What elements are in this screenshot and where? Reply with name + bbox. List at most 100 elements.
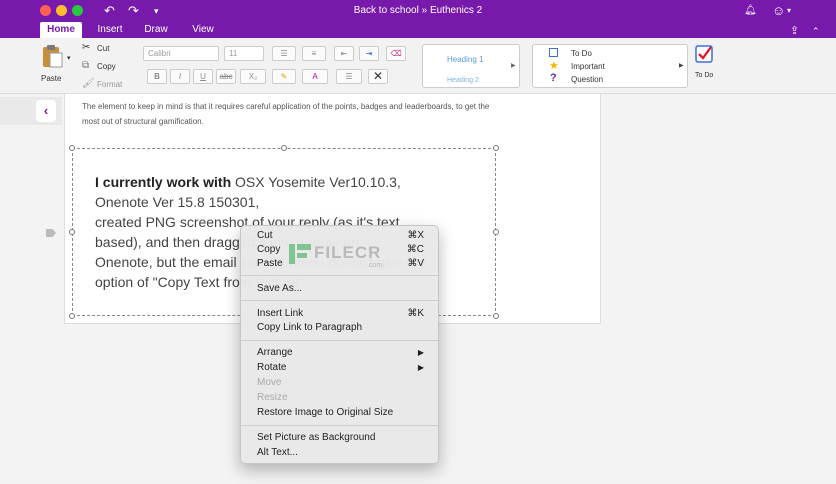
highlight-icon[interactable]: ✎ — [272, 69, 296, 84]
menu-item-label: Rotate — [257, 362, 287, 373]
styles-gallery: Heading 1 Heading 2 ▶ — [422, 44, 520, 88]
menu-bar: Home Insert Draw View ⇪ ⌃ — [0, 22, 836, 38]
scissors-icon: ✂ — [82, 42, 91, 53]
menu-item-shortcut: ⌘X — [407, 230, 424, 241]
paragraph-handle-icon[interactable] — [46, 229, 56, 237]
tab-home[interactable]: Home — [40, 22, 82, 38]
delete-icon[interactable]: ✕ — [368, 69, 388, 84]
note-paragraph[interactable]: The element to keep in mind is that it r… — [82, 99, 502, 129]
notebook-name: Back to school — [353, 5, 419, 16]
resize-handle[interactable] — [493, 145, 499, 151]
format-label: Format — [97, 80, 123, 89]
cut-label: Cut — [97, 44, 110, 53]
collapse-ribbon-icon[interactable]: ⌃ — [812, 23, 820, 39]
styles-expand-icon[interactable]: ▶ — [511, 62, 516, 69]
picture-text-line1: OSX Yosemite Ver10.10.3, — [231, 174, 401, 190]
bold-button[interactable]: B — [147, 69, 167, 84]
ribbon: Paste ▾ ✂ Cut ⧉ Copy 🖌︎ Format Calibri 1… — [0, 38, 836, 94]
menu-item-label: Resize — [257, 392, 288, 403]
smiley-icon[interactable]: ☺ — [772, 3, 785, 19]
resize-handle[interactable] — [69, 229, 75, 235]
todo-button[interactable]: To Do — [692, 44, 720, 88]
menu-item-set-background[interactable]: Set Picture as Background — [257, 431, 432, 444]
tab-insert[interactable]: Insert — [90, 22, 130, 38]
format-painter-button[interactable]: 🖌︎ Format — [82, 78, 132, 90]
submenu-arrow-icon: ▶ — [417, 363, 424, 372]
menu-item-shortcut: ⌘C — [406, 244, 424, 255]
picture-text-line2: Onenote Ver 15.8 150301, — [95, 194, 260, 210]
paste-button[interactable]: Paste — [38, 44, 68, 88]
resize-handle[interactable] — [69, 313, 75, 319]
document-title: Back to school » Euthenics 2 — [0, 5, 836, 16]
tag-question[interactable]: ? Question — [549, 72, 669, 86]
subscript-button[interactable]: X₂ — [240, 69, 266, 84]
paste-options-icon[interactable]: ▾ — [67, 54, 71, 62]
menu-separator — [241, 425, 438, 426]
share-icon[interactable]: ⇪ — [790, 23, 799, 39]
expand-navigation-button[interactable]: ‹ — [36, 100, 56, 122]
section-name: Euthenics 2 — [429, 5, 483, 16]
brush-icon: 🖌︎ — [82, 78, 95, 89]
italic-button[interactable]: I — [170, 69, 190, 84]
numbering-button[interactable]: ≡ — [302, 46, 326, 61]
tab-view[interactable]: View — [184, 22, 222, 38]
title-bar: ↶ ↷ ▾ Back to school » Euthenics 2 🔔︎ ☺ … — [0, 0, 836, 22]
tag-todo[interactable]: To Do — [549, 48, 669, 60]
menu-item-save-as[interactable]: Save As... — [257, 282, 432, 295]
menu-item-copy-link[interactable]: Copy Link to Paragraph — [257, 321, 432, 334]
menu-item-label: Copy — [257, 244, 281, 255]
style-heading-1[interactable]: Heading 1 — [447, 55, 483, 64]
font-name-select[interactable]: Calibri — [143, 46, 219, 61]
resize-handle[interactable] — [281, 145, 287, 151]
menu-item-shortcut: ⌘V — [407, 258, 424, 269]
style-heading-2[interactable]: Heading 2 — [447, 77, 479, 84]
font-size-value: 11 — [229, 49, 238, 58]
chevron-down-icon[interactable]: ▾ — [787, 3, 791, 19]
tag-todo-label: To Do — [571, 49, 592, 58]
menu-item-label: Save As... — [257, 283, 303, 294]
clipboard-icon — [43, 45, 63, 68]
menu-separator — [241, 340, 438, 341]
menu-item-label: Arrange — [257, 347, 293, 358]
menu-item-rotate[interactable]: Rotate ▶ — [257, 361, 432, 374]
tag-important[interactable]: ★ Important — [549, 60, 669, 73]
align-icon[interactable]: ☰ — [336, 69, 362, 84]
menu-item-restore-size[interactable]: Restore Image to Original Size — [257, 406, 432, 419]
font-color-icon[interactable]: A — [302, 69, 328, 84]
decrease-indent-button[interactable]: ⇤ — [334, 46, 354, 61]
cut-button[interactable]: ✂ Cut — [82, 42, 132, 54]
copy-label: Copy — [97, 62, 116, 71]
question-icon: ? — [550, 72, 557, 84]
picture-text-bold: I currently work with — [95, 174, 232, 190]
submenu-arrow-icon: ▶ — [417, 348, 424, 357]
onenote-window: ↶ ↷ ▾ Back to school » Euthenics 2 🔔︎ ☺ … — [0, 0, 836, 484]
menu-item-label: Set Picture as Background — [257, 432, 376, 443]
menu-item-insert-link[interactable]: Insert Link ⌘K — [257, 307, 432, 320]
bullets-button[interactable]: ☰ — [272, 46, 296, 61]
menu-item-arrange[interactable]: Arrange ▶ — [257, 346, 432, 359]
menu-item-resize: Resize — [257, 391, 432, 404]
tag-question-label: Question — [571, 75, 604, 84]
menu-separator — [241, 300, 438, 301]
checkbox-icon — [549, 48, 558, 57]
todo-label: To Do — [695, 72, 714, 79]
tag-important-label: Important — [571, 62, 605, 71]
menu-item-shortcut: ⌘K — [407, 308, 424, 319]
font-size-select[interactable]: 11 — [224, 46, 264, 61]
menu-item-move: Move — [257, 376, 432, 389]
copy-icon: ⧉ — [82, 60, 90, 71]
clear-formatting-icon[interactable]: ⌫ — [386, 46, 406, 61]
bell-icon[interactable]: 🔔︎ — [744, 3, 757, 19]
resize-handle[interactable] — [493, 313, 499, 319]
star-icon: ★ — [549, 60, 559, 72]
tags-expand-icon[interactable]: ▶ — [679, 62, 684, 69]
strikethrough-button[interactable]: abc — [216, 69, 236, 84]
menu-item-label: Copy Link to Paragraph — [257, 322, 363, 333]
tags-gallery: To Do ★ Important ? Question ▶ — [532, 44, 688, 88]
resize-handle[interactable] — [69, 145, 75, 151]
menu-item-alt-text[interactable]: Alt Text... — [257, 446, 432, 459]
increase-indent-button[interactable]: ⇥ — [359, 46, 379, 61]
copy-button[interactable]: ⧉ Copy — [82, 60, 132, 72]
tab-draw[interactable]: Draw — [138, 22, 174, 38]
underline-button[interactable]: U — [193, 69, 213, 84]
